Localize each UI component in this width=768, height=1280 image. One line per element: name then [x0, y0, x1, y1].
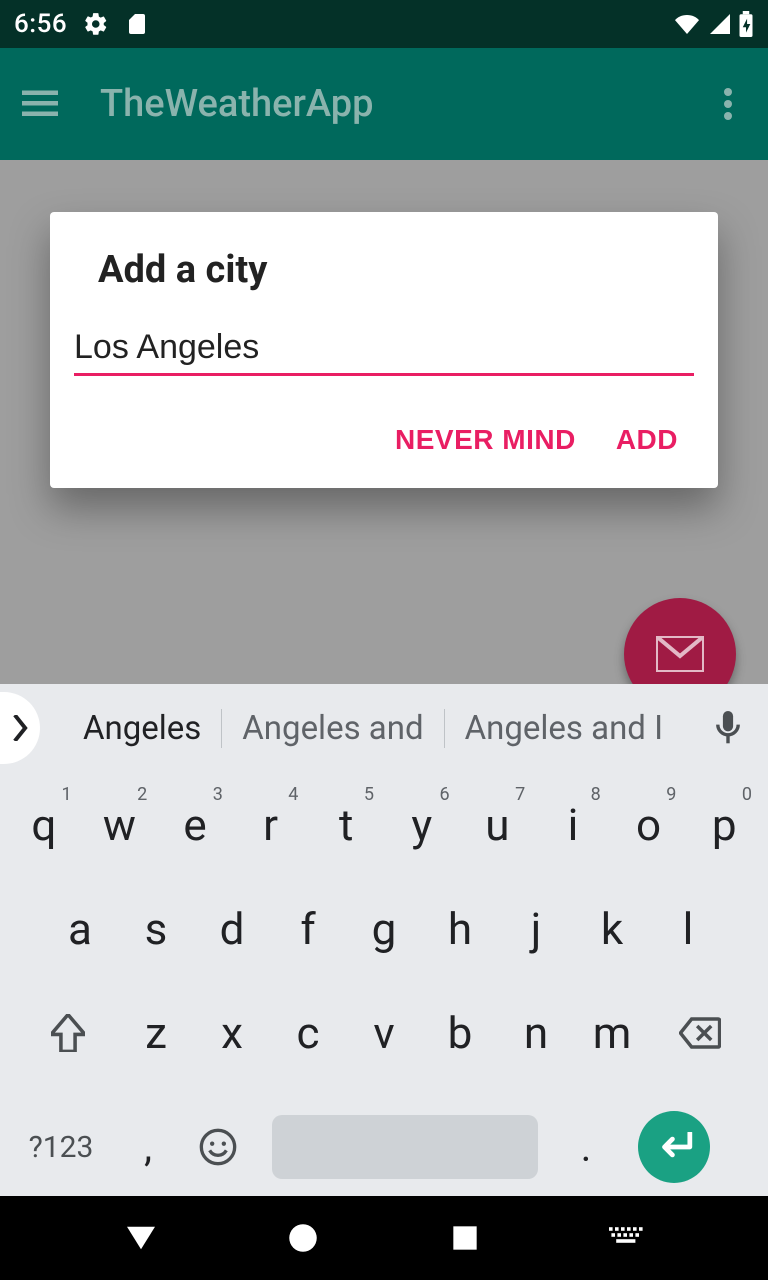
hamburger-icon: [22, 90, 58, 118]
key-m[interactable]: m: [576, 988, 648, 1078]
key-hint: 5: [364, 784, 374, 805]
more-button[interactable]: [704, 80, 752, 128]
key-rows: q1w2e3r4t5y6u7i8o9p0 asdfghjkl zxcvbnm: [0, 772, 768, 1102]
backspace-key[interactable]: [652, 988, 748, 1078]
suggestions: Angeles Angeles and Angeles and I: [48, 709, 698, 748]
key-h[interactable]: h: [424, 884, 496, 974]
suggestion-3[interactable]: Angeles and I: [445, 709, 683, 748]
period-key[interactable]: .: [554, 1102, 618, 1192]
key-n[interactable]: n: [500, 988, 572, 1078]
key-hint: 9: [666, 784, 676, 805]
app-title: TheWeatherApp: [100, 82, 373, 126]
symbols-key[interactable]: ?123: [6, 1102, 116, 1192]
key-hint: 6: [439, 784, 449, 805]
enter-key[interactable]: [638, 1111, 710, 1183]
key-w[interactable]: w2: [84, 780, 156, 870]
shift-icon: [51, 1014, 85, 1052]
gear-icon: [83, 11, 109, 37]
key-hint: 0: [742, 784, 752, 805]
keyboard-icon: [609, 1226, 645, 1250]
comma-key[interactable]: ,: [116, 1102, 180, 1192]
key-row-bottom: ?123 , .: [0, 1102, 768, 1210]
backspace-icon: [679, 1017, 721, 1049]
key-u[interactable]: u7: [462, 780, 534, 870]
status-right: [672, 11, 754, 37]
key-j[interactable]: j: [500, 884, 572, 974]
more-vert-icon: [724, 88, 732, 120]
suggestion-1[interactable]: Angeles: [63, 709, 222, 748]
voice-input-button[interactable]: [698, 698, 758, 758]
dialog-input-wrap: [74, 320, 694, 384]
key-c[interactable]: c: [272, 988, 344, 1078]
battery-charging-icon: [738, 11, 754, 37]
back-triangle-down-icon: [124, 1224, 158, 1252]
sd-card-icon: [125, 11, 149, 37]
expand-suggestions-button[interactable]: [0, 692, 40, 764]
status-left: 6:56: [14, 9, 149, 39]
menu-button[interactable]: [16, 80, 64, 128]
hide-keyboard-button[interactable]: [597, 1208, 657, 1268]
key-row-3: zxcvbnm: [6, 988, 762, 1078]
key-hint: 1: [62, 784, 72, 805]
status-bar: 6:56: [0, 0, 768, 48]
enter-icon: [655, 1132, 693, 1162]
key-row-2: asdfghjkl: [6, 884, 762, 974]
soft-keyboard: Angeles Angeles and Angeles and I q1w2e3…: [0, 684, 768, 1210]
cancel-button[interactable]: NEVER MIND: [395, 424, 576, 456]
wifi-icon: [672, 12, 702, 36]
suggestion-2[interactable]: Angeles and: [222, 709, 444, 748]
key-row-1: q1w2e3r4t5y6u7i8o9p0: [6, 780, 762, 870]
key-g[interactable]: g: [348, 884, 420, 974]
content-area: Add a city NEVER MIND ADD: [0, 160, 768, 684]
key-v[interactable]: v: [348, 988, 420, 1078]
mail-icon: [656, 636, 704, 672]
chevron-right-icon: [11, 715, 29, 741]
key-a[interactable]: a: [44, 884, 116, 974]
key-hint: 8: [591, 784, 601, 805]
key-hint: 7: [515, 784, 525, 805]
home-button[interactable]: [273, 1208, 333, 1268]
key-z[interactable]: z: [120, 988, 192, 1078]
shift-key[interactable]: [20, 988, 116, 1078]
app-bar: TheWeatherApp: [0, 48, 768, 160]
confirm-button[interactable]: ADD: [616, 424, 678, 456]
cell-signal-icon: [708, 12, 732, 36]
recents-square-icon: [451, 1224, 479, 1252]
key-y[interactable]: y6: [386, 780, 458, 870]
add-city-dialog: Add a city NEVER MIND ADD: [50, 212, 718, 488]
key-q[interactable]: q1: [8, 780, 80, 870]
key-e[interactable]: e3: [159, 780, 231, 870]
key-t[interactable]: t5: [310, 780, 382, 870]
space-key[interactable]: [272, 1115, 538, 1179]
key-r[interactable]: r4: [235, 780, 307, 870]
suggestion-row: Angeles Angeles and Angeles and I: [0, 684, 768, 772]
key-f[interactable]: f: [272, 884, 344, 974]
recents-button[interactable]: [435, 1208, 495, 1268]
navigation-bar: [0, 1196, 768, 1280]
emoji-key[interactable]: [180, 1102, 256, 1192]
emoji-icon: [198, 1127, 238, 1167]
home-circle-icon: [288, 1223, 318, 1253]
key-o[interactable]: o9: [613, 780, 685, 870]
key-x[interactable]: x: [196, 988, 268, 1078]
key-hint: 2: [137, 784, 147, 805]
dialog-title: Add a city: [74, 248, 694, 320]
key-hint: 4: [288, 784, 298, 805]
mic-icon: [715, 711, 741, 745]
back-button[interactable]: [111, 1208, 171, 1268]
status-time: 6:56: [14, 9, 67, 39]
key-p[interactable]: p0: [688, 780, 760, 870]
dialog-actions: NEVER MIND ADD: [74, 384, 694, 472]
key-s[interactable]: s: [120, 884, 192, 974]
key-l[interactable]: l: [652, 884, 724, 974]
key-hint: 3: [213, 784, 223, 805]
key-k[interactable]: k: [576, 884, 648, 974]
key-d[interactable]: d: [196, 884, 268, 974]
key-b[interactable]: b: [424, 988, 496, 1078]
city-input[interactable]: [74, 320, 694, 376]
key-i[interactable]: i8: [537, 780, 609, 870]
